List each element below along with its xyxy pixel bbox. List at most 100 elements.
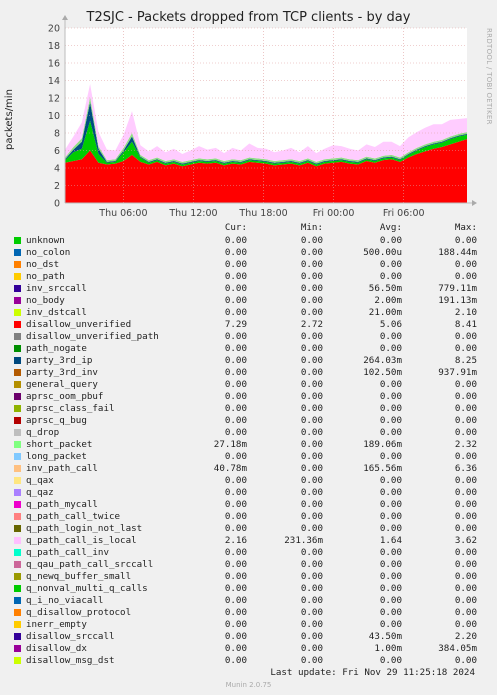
munin-version: Munin 2.0.75 [225,681,272,689]
legend-avg-value: 2.00m [374,295,402,306]
legend-min-value: 0.00 [300,463,323,474]
legend-series-name: aprsc_oom_pbuf [26,391,104,402]
legend-row: q_i_no_viacall 0.00 0.00 0.00 0.00 [12,595,484,607]
legend-max-value: 0.00 [454,427,477,438]
legend-avg-value: 0.00 [379,583,402,594]
legend-row: disallow_unverified 7.29 2.72 5.06 8.41 [12,319,484,331]
legend-row: disallow_dx 0.00 0.00 1.00m 384.05m [12,643,484,655]
x-tick-label: Thu 12:00 [168,208,217,219]
legend-max-value: 8.41 [454,319,477,330]
legend-max-value: 0.00 [454,403,477,414]
chart-plot: 0 2 4 6 8 10 12 14 16 18 20 Thu 06:00 Thu 12:00 Thu 1… [48,15,477,219]
legend-min-value: 231.36m [284,535,323,546]
legend-series-name: q_path_login_not_last [26,523,143,534]
legend-min-value: 0.00 [300,415,323,426]
legend-cur-value: 0.00 [224,331,247,342]
legend-avg-value: 165.56m [363,463,402,474]
legend-avg-value: 0.00 [379,415,402,426]
legend-max-value: 0.00 [454,607,477,618]
legend-min-value: 0.00 [300,235,323,246]
legend-avg-value: 0.00 [379,595,402,606]
legend-cur-value: 0.00 [224,367,247,378]
legend-row: path_nogate 0.00 0.00 0.00 0.00 [12,343,484,355]
legend-max-value: 0.00 [454,511,477,522]
legend-swatch [14,489,21,496]
legend-series-name: q_disallow_protocol [26,607,132,618]
legend-cur-value: 7.29 [224,319,247,330]
legend-row: q_nonval_multi_q_calls 0.00 0.00 0.00 0.00 [12,583,484,595]
legend-swatch [14,309,21,316]
legend-cur-value: 0.00 [224,547,247,558]
legend-avg-value: 1.64 [379,535,402,546]
legend-swatch [14,285,21,292]
legend-header-min: Min: [300,222,323,233]
legend-min-value: 0.00 [300,355,323,366]
y-axis-arrow [62,15,68,20]
legend-cur-value: 0.00 [224,343,247,354]
legend-swatch [14,465,21,472]
legend-swatch [14,585,21,592]
legend-min-value: 0.00 [300,439,323,450]
legend-avg-value: 0.00 [379,403,402,414]
legend-swatch [14,369,21,376]
legend-avg-value: 1.00m [374,643,402,654]
legend-min-value: 0.00 [300,295,323,306]
legend-series-name: long_packet [26,451,87,462]
y-tick-label: 6 [54,146,60,157]
last-update: Last update: Fri Nov 29 11:25:18 2024 [270,667,475,678]
legend-series-name: q_drop [26,427,60,438]
legend-avg-value: 102.50m [363,367,402,378]
y-tick-label: 8 [54,129,60,140]
legend-series-name: q_path_mycall [26,499,98,510]
legend-series-name: no_colon [26,247,71,258]
legend-swatch [14,273,21,280]
y-tick-label: 14 [48,76,60,87]
legend-series-name: no_path [26,271,65,282]
legend-series-name: inv_dstcall [26,307,87,318]
legend-avg-value: 0.00 [379,607,402,618]
legend-min-value: 0.00 [300,643,323,654]
y-tick-label: 4 [54,164,60,175]
legend-cur-value: 0.00 [224,391,247,402]
legend-row: no_path 0.00 0.00 0.00 0.00 [12,271,484,283]
legend-cur-value: 0.00 [224,655,247,666]
legend-avg-value: 0.00 [379,259,402,270]
legend-min-value: 0.00 [300,307,323,318]
legend-cur-value: 2.16 [224,535,247,546]
legend-min-value: 0.00 [300,631,323,642]
legend-series-name: q_qax [26,475,54,486]
legend-cur-value: 0.00 [224,271,247,282]
legend-avg-value: 0.00 [379,619,402,630]
legend-row: no_colon 0.00 0.00 500.00u 188.44m [12,247,484,259]
legend-min-value: 0.00 [300,379,323,390]
legend-swatch [14,453,21,460]
legend-max-value: 0.00 [454,343,477,354]
legend-series-name: q_qaz [26,487,54,498]
legend-series-name: inv_path_call [26,463,98,474]
legend-min-value: 0.00 [300,487,323,498]
legend-max-value: 0.00 [454,379,477,390]
legend-avg-value: 0.00 [379,451,402,462]
legend-avg-value: 0.00 [379,655,402,666]
legend-series-name: path_nogate [26,343,87,354]
legend-min-value: 0.00 [300,499,323,510]
legend-swatch [14,477,21,484]
legend-series-name: disallow_msg_dst [26,655,115,666]
legend-min-value: 0.00 [300,367,323,378]
legend-row: q_path_login_not_last 0.00 0.00 0.00 0.00 [12,523,484,535]
legend-cur-value: 0.00 [224,283,247,294]
legend-avg-value: 0.00 [379,391,402,402]
legend-swatch [14,645,21,652]
legend-series-name: disallow_dx [26,643,87,654]
legend-max-value: 0.00 [454,475,477,486]
x-tick-label: Thu 06:00 [98,208,147,219]
legend-max-value: 191.13m [438,295,477,306]
legend-row: unknown 0.00 0.00 0.00 0.00 [12,235,484,247]
legend-swatch [14,381,21,388]
legend-max-value: 0.00 [454,271,477,282]
legend-swatch [14,597,21,604]
y-tick-label: 10 [48,111,60,122]
legend-min-value: 0.00 [300,571,323,582]
legend-swatch [14,237,21,244]
legend-cur-value: 0.00 [224,583,247,594]
